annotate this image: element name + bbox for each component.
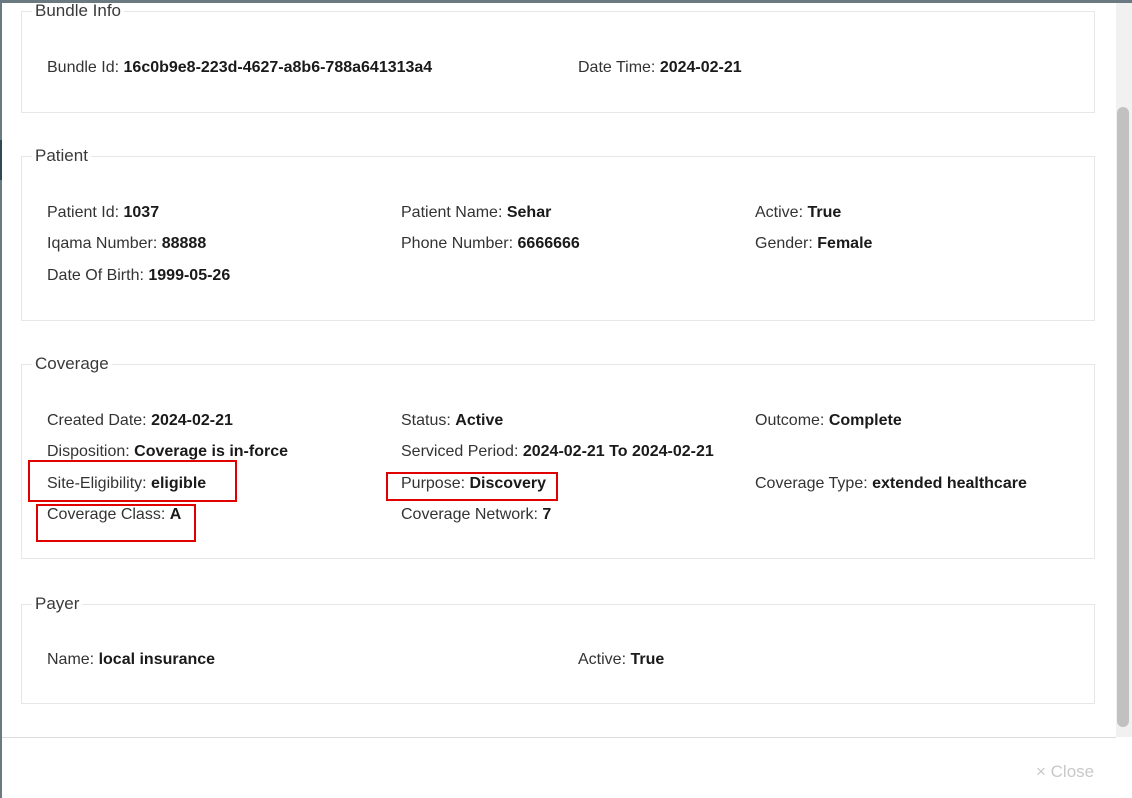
field-label: Date Time:	[578, 59, 656, 76]
bundle-id-field: Bundle Id: 16c0b9e8-223d-4627-a8b6-788a6…	[47, 59, 432, 77]
patient-section: Patient	[21, 146, 1095, 321]
field-value: Complete	[828, 412, 902, 429]
field-value: 6666666	[517, 235, 580, 252]
field-label: Date Of Birth:	[47, 267, 144, 284]
patient-id-field: Patient Id: 1037	[47, 204, 159, 222]
field-label: Iqama Number:	[47, 235, 158, 252]
vertical-scrollbar[interactable]	[1116, 3, 1132, 737]
field-label: Phone Number:	[401, 235, 514, 252]
field-label: Active:	[578, 651, 627, 668]
field-value: Active	[455, 412, 504, 429]
bundle-info-legend: Bundle Info	[35, 3, 122, 20]
phone-number-field: Phone Number: 6666666	[401, 235, 580, 253]
field-label: Outcome:	[755, 412, 825, 429]
field-value: 2024-02-21 To 2024-02-21	[522, 443, 714, 460]
field-value: Female	[817, 235, 873, 252]
bundle-info-section: Bundle Info	[21, 3, 1095, 113]
coverage-type-field: Coverage Type: extended healthcare	[755, 475, 1027, 493]
field-label: Created Date:	[47, 412, 147, 429]
date-time-field: Date Time: 2024-02-21	[578, 59, 742, 77]
patient-legend: Patient	[35, 146, 88, 165]
field-value: 2024-02-21	[659, 59, 742, 76]
patient-name-field: Patient Name: Sehar	[401, 204, 551, 222]
field-value: Coverage is in-force	[134, 443, 288, 460]
purpose-highlight	[386, 472, 558, 501]
disposition-field: Disposition: Coverage is in-force	[47, 443, 288, 461]
field-value: 1037	[123, 204, 160, 221]
close-button[interactable]: × Close	[1036, 762, 1094, 782]
gender-field: Gender: Female	[755, 235, 872, 253]
field-label: Patient Name:	[401, 204, 503, 221]
field-label: Patient Id:	[47, 204, 120, 221]
field-value: extended healthcare	[872, 475, 1027, 492]
payer-legend: Payer	[35, 594, 80, 613]
field-label: Name:	[47, 651, 95, 668]
coverage-legend: Coverage	[35, 354, 109, 373]
footer-divider	[2, 737, 1116, 738]
field-label: Bundle Id:	[47, 59, 120, 76]
field-label: Disposition:	[47, 443, 130, 460]
field-label: Serviced Period:	[401, 443, 519, 460]
payer-section: Payer	[21, 594, 1095, 704]
created-date-field: Created Date: 2024-02-21	[47, 412, 233, 430]
site-eligibility-highlight	[28, 460, 237, 502]
field-value: True	[807, 204, 842, 221]
field-value: 7	[542, 506, 552, 523]
patient-active-field: Active: True	[755, 204, 841, 222]
scrollbar-thumb[interactable]	[1117, 107, 1129, 727]
field-label: Active:	[755, 204, 804, 221]
coverage-network-field: Coverage Network: 7	[401, 506, 551, 524]
date-of-birth-field: Date Of Birth: 1999-05-26	[47, 267, 230, 285]
field-value: 1999-05-26	[148, 267, 231, 284]
field-label: Coverage Type:	[755, 475, 868, 492]
field-label: Gender:	[755, 235, 813, 252]
iqama-number-field: Iqama Number: 88888	[47, 235, 206, 253]
serviced-period-field: Serviced Period: 2024-02-21 To 2024-02-2…	[401, 443, 714, 461]
payer-name-field: Name: local insurance	[47, 651, 215, 669]
field-value: 2024-02-21	[151, 412, 233, 429]
status-field: Status: Active	[401, 412, 503, 430]
field-value: 88888	[161, 235, 207, 252]
payer-active-field: Active: True	[578, 651, 664, 669]
field-value: local insurance	[98, 651, 216, 668]
field-value: True	[630, 651, 665, 668]
coverage-details-modal: Bundle Info Bundle Id: 16c0b9e8-223d-462…	[2, 3, 1132, 798]
outcome-field: Outcome: Complete	[755, 412, 902, 430]
coverage-class-highlight	[36, 504, 196, 542]
field-label: Coverage Network:	[401, 506, 538, 523]
field-value: 16c0b9e8-223d-4627-a8b6-788a641313a4	[123, 59, 433, 76]
modal-body: Bundle Info Bundle Id: 16c0b9e8-223d-462…	[2, 3, 1116, 737]
field-label: Status:	[401, 412, 451, 429]
field-value: Sehar	[506, 204, 552, 221]
